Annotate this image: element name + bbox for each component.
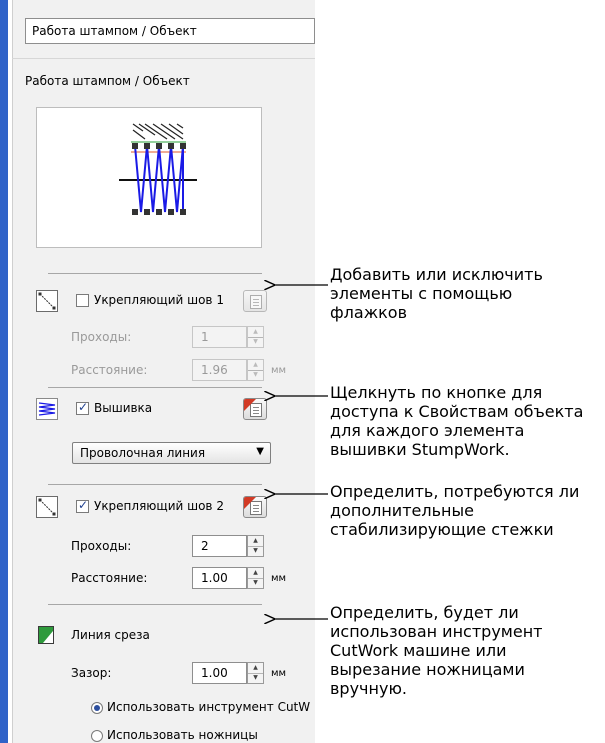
callout-properties: Щелкнуть по кнопке для доступа к Свойств… <box>330 383 583 459</box>
callout-line: Щелкнуть по кнопке для <box>330 383 543 402</box>
callout-line: стабилизирующие стежки <box>330 520 554 539</box>
callout-line: вышивки StumpWork. <box>330 440 510 459</box>
callout-checkboxes: Добавить или исключить элементы с помощь… <box>330 265 543 322</box>
callout-line: вручную. <box>330 679 407 698</box>
callout-line: Определить, будет ли <box>330 603 519 622</box>
callout-line: Определить, потребуются ли <box>330 482 580 501</box>
callout-line: флажков <box>330 303 408 322</box>
callout-underlay: Определить, потребуются ли дополнительны… <box>330 482 579 539</box>
callout-line: CutWork машине или <box>330 641 507 660</box>
callout-line: доступа к Свойствам объекта <box>330 402 584 421</box>
callout-line: элементы с помощью <box>330 284 513 303</box>
callout-line: использован инструмент <box>330 622 543 641</box>
callout-cutwork: Определить, будет ли использован инструм… <box>330 603 542 698</box>
callout-line: вырезание ножницами <box>330 660 525 679</box>
callout-line: Добавить или исключить <box>330 265 543 284</box>
callout-line: для каждого элемента <box>330 421 525 440</box>
callout-line: дополнительные <box>330 501 474 520</box>
